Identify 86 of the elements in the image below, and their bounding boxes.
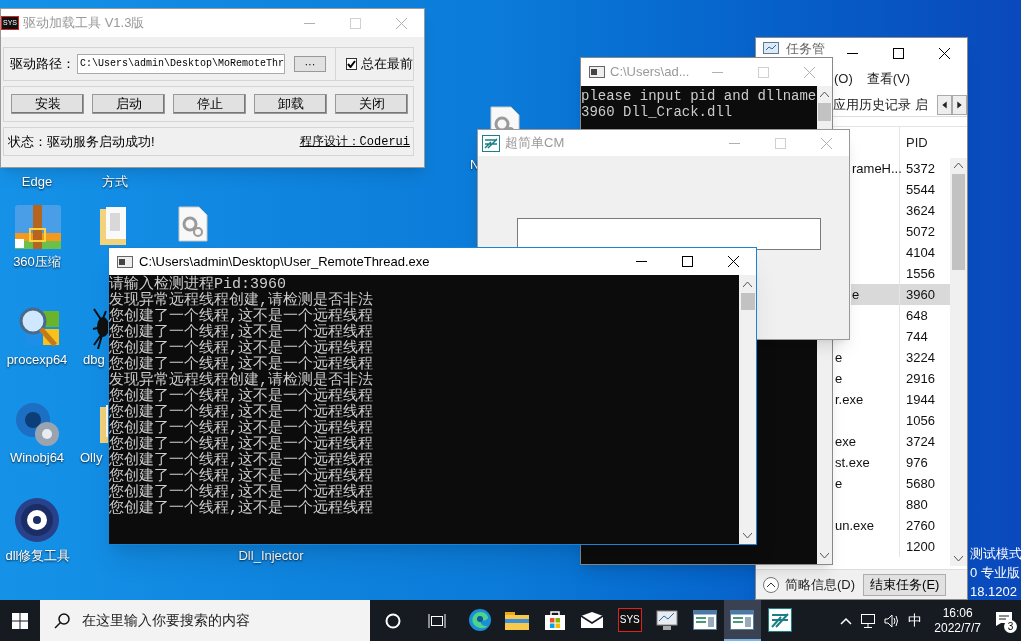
process-name: st.exe xyxy=(835,453,870,472)
taskbar-button[interactable]: SYS xyxy=(611,600,649,641)
process-row[interactable]: 5072 xyxy=(851,221,950,242)
process-row[interactable]: exe 3724 xyxy=(834,431,950,452)
process-row[interactable]: st.exe 976 xyxy=(834,452,950,473)
process-row[interactable]: 744 xyxy=(851,326,950,347)
process-name: e xyxy=(835,369,843,388)
pid-cell-text: 976 xyxy=(906,453,928,472)
process-name: e xyxy=(852,285,860,304)
clock-date[interactable]: 2022/7/7 xyxy=(934,620,981,636)
desktop-text: 0 专业版 xyxy=(970,564,1021,582)
process-row[interactable]: 5544 xyxy=(851,179,950,200)
status-text: 状态：驱动服务启动成功! xyxy=(8,132,155,151)
window-title: 超简单CM xyxy=(505,134,565,153)
path-field[interactable]: C:\Users\admin\Desktop\MoRemoteThr xyxy=(77,54,286,74)
pid-cell-text: 3960 xyxy=(906,285,935,304)
process-row[interactable]: e 5680 xyxy=(834,473,950,494)
process-name: e xyxy=(835,474,843,493)
process-row[interactable]: 880 xyxy=(834,494,950,515)
column-header[interactable]: PID xyxy=(906,132,928,153)
action-button[interactable]: 启动 xyxy=(92,94,165,114)
process-row[interactable]: e 3960 xyxy=(851,284,950,305)
pid-cell-text: 5544 xyxy=(906,180,935,199)
process-row[interactable]: rameH... 5372 xyxy=(851,158,950,179)
menu-item[interactable]: 查看(V) xyxy=(866,69,911,89)
pid-cell-text: 5680 xyxy=(906,474,935,493)
icon-label[interactable]: Dll_Injector xyxy=(231,548,311,564)
pid-cell-text: 3624 xyxy=(906,201,935,220)
tab[interactable]: 应用历史记录 xyxy=(833,94,911,115)
window-title: 驱动加载工具 V1.3版 xyxy=(23,14,145,33)
process-row[interactable]: e 2916 xyxy=(834,368,950,389)
desktop-text: 测试模式 xyxy=(970,545,1021,563)
browse-button[interactable]: ··· xyxy=(294,56,326,72)
pid-cell-text: 3724 xyxy=(906,432,935,451)
tab[interactable]: 启 xyxy=(915,94,928,115)
window-title: 任务管 xyxy=(786,41,825,56)
input-method-indicator[interactable]: 中 xyxy=(908,610,923,631)
checkbox-label: 总在最前 xyxy=(361,55,413,74)
process-row[interactable]: 1056 xyxy=(834,410,950,431)
details-toggle[interactable]: 简略信息(D) xyxy=(785,574,856,595)
action-button[interactable]: 卸载 xyxy=(254,94,327,114)
pid-cell-text: 1556 xyxy=(906,264,935,283)
console-line: 请输入检测进程Pid:3960 xyxy=(109,277,286,293)
process-name: un.exe xyxy=(835,516,875,535)
console-line: 3960 Dll_Crack.dll xyxy=(581,104,734,120)
pid-cell-text: 1944 xyxy=(906,390,935,409)
app-icon[interactable]: SYS xyxy=(617,607,642,632)
action-button[interactable]: 安装 xyxy=(11,94,84,114)
console-line: 您创建了一个线程,这不是一个远程线程 xyxy=(109,501,374,517)
menu-item[interactable]: (O) xyxy=(834,69,853,89)
process-row[interactable]: e 3224 xyxy=(834,347,950,368)
credit-link[interactable]: 程序设计：Coderui xyxy=(299,132,410,151)
search-field[interactable]: 在这里输入你要搜索的内容 xyxy=(40,600,370,641)
pid-cell-text: 5372 xyxy=(906,159,935,178)
process-row[interactable]: 1200 xyxy=(834,536,950,557)
process-row[interactable]: 4104 xyxy=(851,242,950,263)
console-line: please input pid and dllname xyxy=(581,88,817,104)
process-name: e xyxy=(835,348,843,367)
pid-cell-text: 2916 xyxy=(906,369,935,388)
pid-cell-text: 648 xyxy=(906,306,928,325)
process-row[interactable]: un.exe 2760 xyxy=(834,515,950,536)
process-name: exe xyxy=(835,432,856,451)
process-row[interactable]: 3624 xyxy=(851,200,950,221)
process-row[interactable]: r.exe 1944 xyxy=(834,389,950,410)
process-name: r.exe xyxy=(835,390,864,409)
action-button[interactable]: 停止 xyxy=(173,94,246,114)
pid-cell-text: 1056 xyxy=(906,411,935,430)
process-name: rameH... xyxy=(852,159,902,178)
pid-cell-text: 744 xyxy=(906,327,928,346)
pid-cell-text: 4104 xyxy=(906,243,935,262)
pid-cell-text: 3224 xyxy=(906,348,935,367)
desktop-text: 18.1202 xyxy=(970,583,1018,601)
pid-cell-text: 880 xyxy=(906,495,928,514)
window-title: C:\Users\ad... xyxy=(610,63,690,82)
pid-cell-text: 2760 xyxy=(906,516,935,535)
icon-label[interactable]: 方式 xyxy=(85,174,145,190)
clock-time[interactable]: 16:06 xyxy=(942,605,973,621)
search-placeholder: 在这里输入你要搜索的内容 xyxy=(82,611,250,630)
window-title: C:\Users\admin\Desktop\User_RemoteThread.exe xyxy=(139,252,430,271)
icon-label[interactable]: Olly xyxy=(80,450,103,466)
pid-cell-text: 5072 xyxy=(906,222,935,241)
process-row[interactable]: 648 xyxy=(851,305,950,326)
field-label: 驱动路径： xyxy=(10,55,75,74)
end-task-button[interactable]: 结束任务(E) xyxy=(863,573,947,596)
pid-cell-text: 1200 xyxy=(906,537,935,556)
action-button[interactable]: 关闭 xyxy=(335,94,408,114)
